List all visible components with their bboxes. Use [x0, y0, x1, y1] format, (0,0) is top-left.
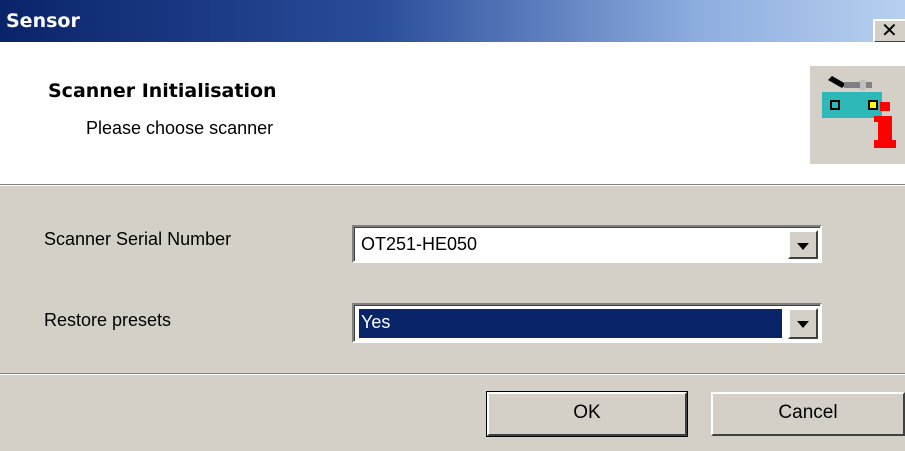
footer-divider: [0, 373, 905, 375]
close-icon: ✕: [881, 18, 898, 42]
restore-presets-label: Restore presets: [44, 310, 172, 330]
header-panel: [0, 42, 905, 184]
scanner-serial-dropdown-button[interactable]: [788, 230, 818, 259]
title-bar[interactable]: Sensor ✕: [0, 0, 905, 43]
window-title: Sensor: [6, 10, 80, 32]
scanner-serial-value: OT251-HE050: [361, 234, 478, 254]
chevron-down-icon: [797, 243, 809, 250]
page-subtitle: Please choose scanner: [86, 118, 274, 138]
scanner-serial-dropdown[interactable]: OT251-HE050: [352, 225, 822, 263]
sensor-dialog: Sensor ✕ Scanner Initialisation Please c…: [0, 0, 905, 451]
restore-presets-value: Yes: [359, 309, 782, 338]
restore-presets-dropdown-button[interactable]: [788, 308, 818, 339]
chevron-down-icon: [797, 321, 809, 328]
header-divider: [0, 184, 905, 186]
restore-presets-dropdown[interactable]: Yes: [352, 303, 822, 343]
scanner-serial-label: Scanner Serial Number: [44, 229, 232, 249]
close-button[interactable]: ✕: [873, 19, 905, 43]
scanner-info-icon: [810, 66, 905, 164]
cancel-button[interactable]: Cancel: [711, 392, 905, 436]
page-title: Scanner Initialisation: [48, 80, 277, 102]
ok-button[interactable]: OK: [486, 391, 688, 437]
